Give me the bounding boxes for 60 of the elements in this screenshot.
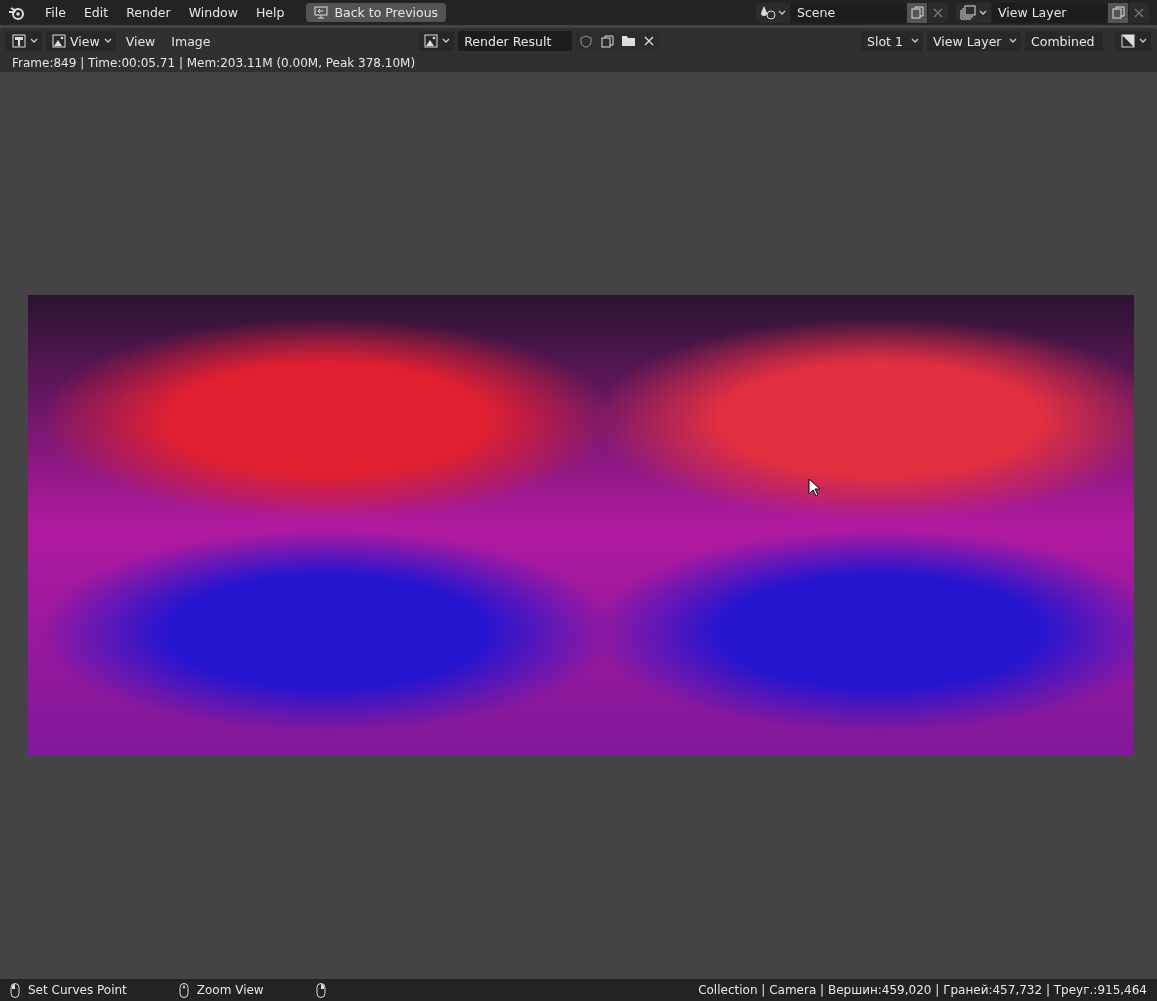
fake-user-button[interactable] [576, 31, 597, 51]
back-to-previous-button[interactable]: Back to Previous [306, 3, 447, 22]
image-editor-icon [12, 34, 26, 48]
folder-icon [620, 35, 636, 47]
image-icon [424, 34, 439, 48]
close-icon [644, 36, 655, 46]
chevron-down-icon [778, 9, 786, 16]
chevron-down-icon [1009, 38, 1017, 44]
shield-icon [580, 34, 593, 48]
image-browse-button[interactable] [418, 31, 455, 51]
mouse-icon [178, 982, 189, 998]
layer-dropdown[interactable]: View Layer [927, 31, 1021, 51]
new-scene-button[interactable] [907, 2, 927, 23]
scene-field[interactable]: Scene [791, 2, 906, 23]
close-icon [1134, 7, 1144, 18]
view-mode-selector[interactable]: View [46, 31, 116, 51]
screen-back-icon [314, 6, 329, 19]
scene-icon [760, 5, 776, 20]
chevron-down-icon [442, 38, 451, 44]
mouse-icon [315, 982, 326, 998]
close-icon [933, 7, 943, 18]
display-channels-selector[interactable] [1115, 31, 1151, 51]
render-info-text: Frame:849 | Time:00:05.71 | Mem:203.11M (0.00M, Peak 378.10M) [0, 54, 1157, 72]
open-image-button[interactable] [618, 31, 639, 51]
status-hint: Set Curves Point [28, 983, 127, 997]
scene-selector[interactable] [756, 2, 790, 23]
image-icon [52, 34, 66, 48]
view-layer-selector[interactable] [956, 2, 991, 23]
pass-dropdown[interactable]: Combined [1025, 31, 1103, 51]
menu-item[interactable]: File [37, 2, 74, 23]
status-hint: Zoom View [196, 983, 264, 997]
menu-item[interactable]: Window [180, 2, 246, 23]
chevron-down-icon [979, 9, 987, 16]
unlink-image-button[interactable] [639, 31, 660, 51]
menu-item[interactable]: View [119, 33, 162, 49]
blender-logo-icon [8, 5, 25, 20]
slot-dropdown[interactable]: Slot 1 [861, 31, 923, 51]
chevron-down-icon [911, 38, 919, 44]
delete-scene-button[interactable] [928, 2, 948, 23]
scene-statistics: Collection | Camera | Вершин:459,020 | Граней:457,732 | Треуг.:915,464 [698, 983, 1147, 997]
copy-icon [910, 6, 924, 19]
image-name-field[interactable]: Render Result [458, 31, 573, 51]
cursor-icon [808, 478, 820, 497]
layers-icon [960, 5, 977, 20]
new-view-layer-button[interactable] [1108, 2, 1128, 23]
menu-item[interactable]: Help [247, 2, 293, 23]
menu-item[interactable]: Image [165, 33, 217, 49]
mouse-icon [10, 982, 20, 998]
color-alpha-icon [1121, 34, 1135, 48]
delete-view-layer-button[interactable] [1129, 2, 1149, 23]
view-layer-field[interactable]: View Layer [992, 2, 1107, 23]
menu-item[interactable]: Edit [75, 2, 117, 23]
menu-item[interactable]: Render [118, 2, 179, 23]
chevron-down-icon [30, 38, 38, 44]
chevron-down-icon [103, 38, 112, 44]
editor-type-selector[interactable] [6, 31, 42, 51]
chevron-down-icon [1139, 38, 1147, 44]
copy-icon [1111, 6, 1125, 19]
copy-icon [600, 34, 614, 48]
new-image-button[interactable] [597, 31, 618, 51]
